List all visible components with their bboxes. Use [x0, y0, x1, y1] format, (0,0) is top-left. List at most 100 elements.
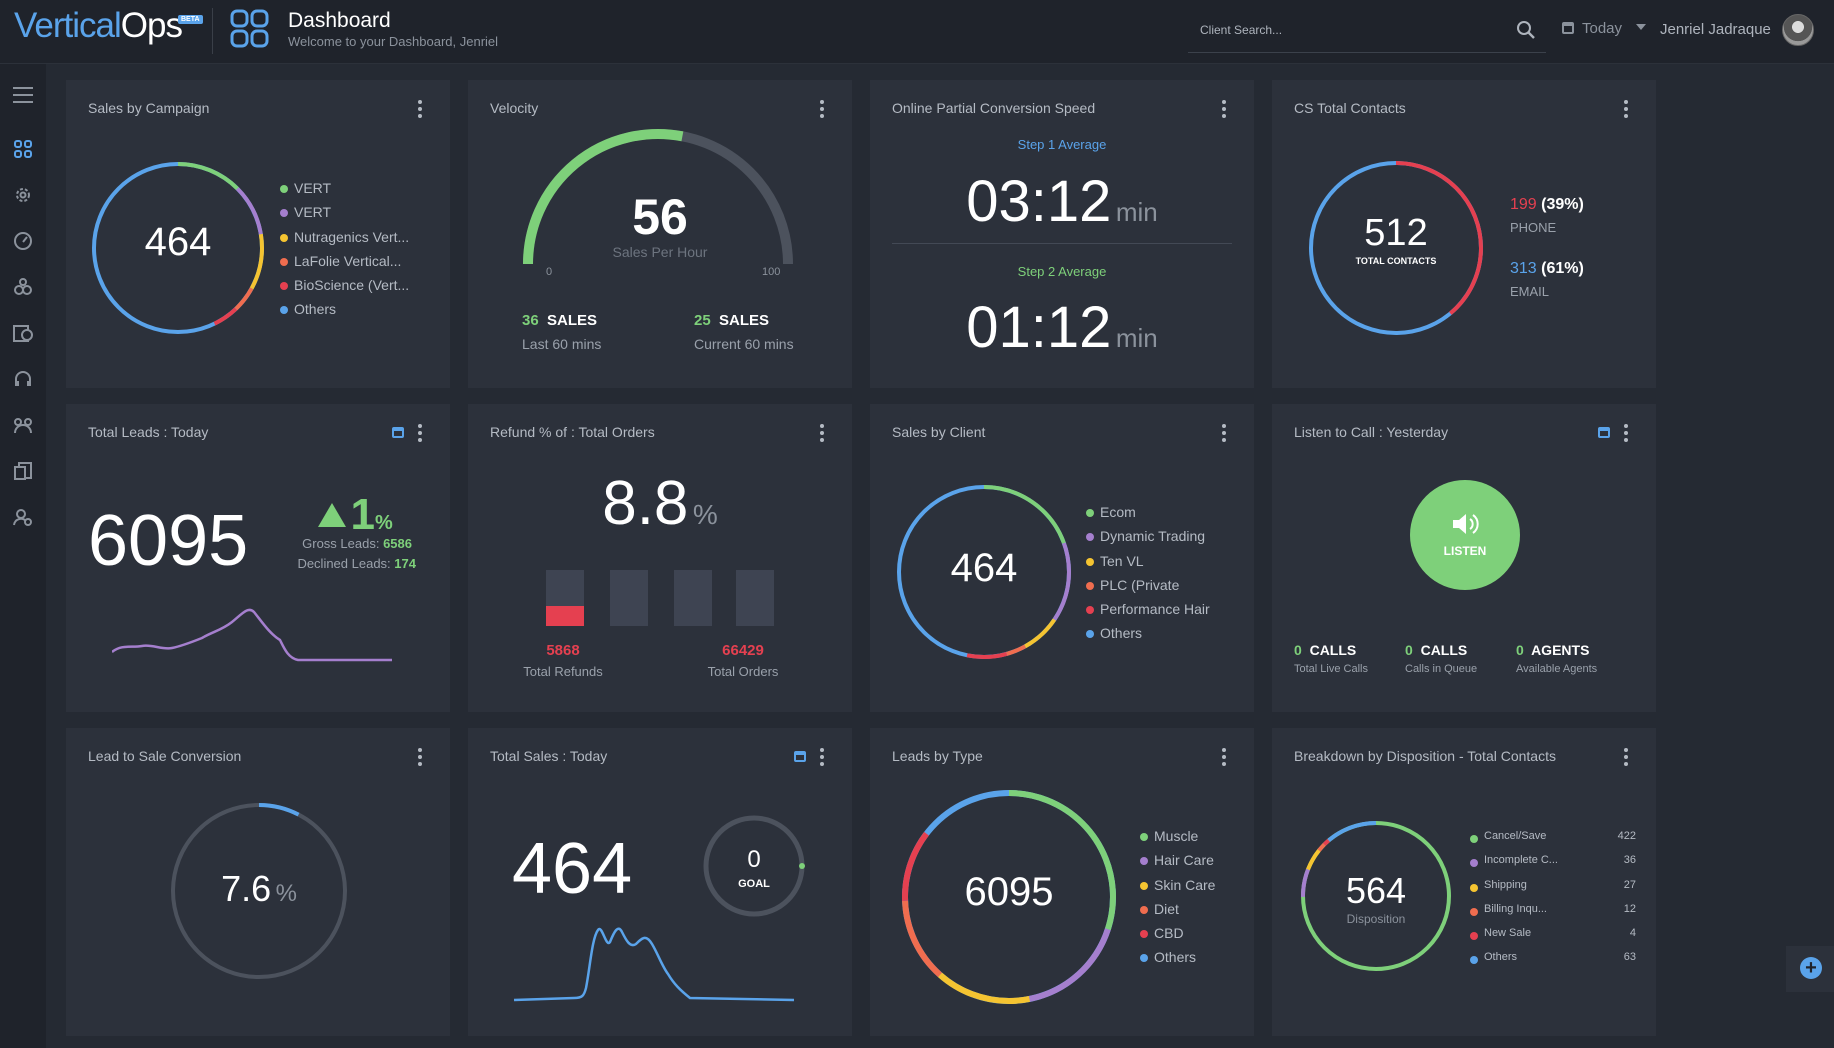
legend-item: Billing Inqu... 12 — [1470, 903, 1636, 927]
gauge-max: 100 — [762, 266, 781, 278]
legend-dot-icon — [1086, 630, 1094, 639]
more-options-icon[interactable] — [418, 424, 422, 445]
legend-dot-icon — [1470, 932, 1478, 941]
page-title: Dashboard — [288, 9, 391, 32]
legend-item: Nutragenics Vert... — [280, 229, 409, 253]
conversion-speed-card: Online Partial Conversion Speed Step 1 A… — [870, 80, 1254, 388]
legend-label: Nutragenics Vert... — [294, 228, 410, 245]
contacts-total: 512 — [1364, 212, 1428, 254]
page-subtitle: Welcome to your Dashboard, Jenriel — [288, 34, 499, 49]
legend-dot-icon — [1140, 930, 1148, 939]
legend-dot-icon — [1470, 883, 1478, 892]
triangle-up-icon — [318, 503, 346, 527]
add-icon[interactable]: + — [1800, 957, 1822, 979]
call-stat: 0 CALLS Total Live Calls — [1294, 642, 1368, 675]
user-name[interactable]: Jenriel Jadraque — [1660, 21, 1771, 38]
legend-label: Dynamic Trading — [1100, 528, 1206, 545]
more-options-icon[interactable] — [1624, 424, 1628, 445]
card-title: Listen to Call : Yesterday — [1294, 424, 1449, 440]
more-options-icon[interactable] — [820, 748, 824, 769]
order-bar — [610, 570, 648, 626]
more-options-icon[interactable] — [1222, 424, 1226, 445]
card-title: CS Total Contacts — [1294, 100, 1406, 116]
sales-by-campaign-card: Sales by Campaign 464 VERT VERT Nutragenic… — [66, 80, 450, 388]
card-title: Online Partial Conversion Speed — [892, 100, 1096, 116]
call-stat: 0 CALLS Calls in Queue — [1405, 642, 1478, 675]
legend-value: 27 — [1623, 878, 1636, 891]
more-options-icon[interactable] — [820, 424, 824, 445]
contacts-total-label: TOTAL CONTACTS — [1355, 256, 1437, 266]
chevron-down-icon — [1636, 24, 1647, 30]
beta-badge: BETA — [178, 15, 203, 24]
legend-dot-icon — [280, 185, 288, 193]
dashboard-icon[interactable] — [12, 138, 34, 160]
avatar[interactable] — [1782, 14, 1814, 46]
calendar-icon[interactable] — [392, 427, 404, 438]
legend-dot-icon — [1470, 907, 1478, 916]
legend-label: Incomplete C... — [1484, 854, 1558, 867]
legend-dot-icon — [1086, 509, 1094, 517]
legend-item: Ecom — [1086, 504, 1210, 528]
more-options-icon[interactable] — [820, 100, 824, 121]
documents-icon[interactable] — [12, 460, 34, 482]
legend-label: BioScience (Vert... — [294, 277, 410, 294]
legend-dot-icon — [280, 233, 288, 242]
listen-label: LISTEN — [1443, 544, 1487, 558]
gauge-min: 0 — [546, 266, 553, 278]
legend-item: PLC (Private — [1086, 577, 1210, 601]
total-sales-value: 464 — [512, 829, 633, 909]
legend-item: Incomplete C... 36 — [1470, 854, 1636, 878]
legend-item: VERT — [280, 180, 409, 204]
card-title: Total Sales : Today — [490, 748, 608, 764]
more-options-icon[interactable] — [1624, 748, 1628, 769]
calendar-icon[interactable] — [1598, 427, 1610, 438]
step2-label: Step 2 Average — [1017, 264, 1107, 279]
legend-item: Others — [280, 301, 409, 325]
gear-icon[interactable] — [12, 184, 34, 206]
leads-sparkline — [112, 608, 392, 662]
disposition-total-label: Disposition — [1346, 912, 1406, 926]
menu-icon[interactable] — [12, 84, 34, 106]
date-filter-dropdown[interactable]: Today — [1562, 20, 1647, 37]
legend-label: VERT — [294, 180, 332, 196]
legend-label: Others — [294, 301, 337, 318]
user-settings-icon[interactable] — [12, 506, 34, 528]
calendar-icon[interactable] — [794, 751, 806, 762]
listen-button[interactable]: LISTEN — [1410, 480, 1520, 590]
velocity-card: Velocity 56 Sales Per Hour 0 100 36 SALE… — [468, 80, 852, 388]
search-icon[interactable] — [1516, 20, 1536, 40]
orders-label: Total Orders — [707, 664, 779, 679]
step1-average: 03:12 min — [966, 169, 1158, 234]
search-input[interactable] — [1198, 22, 1502, 38]
dollar-doc-icon[interactable] — [12, 322, 34, 344]
more-options-icon[interactable] — [1222, 748, 1226, 769]
step1-label: Step 1 Average — [1017, 137, 1107, 152]
legend-dot-icon — [1140, 954, 1148, 963]
more-options-icon[interactable] — [1624, 100, 1628, 121]
refund-bar — [546, 570, 584, 626]
gauge-icon[interactable] — [12, 230, 34, 252]
legend-dot-icon — [280, 282, 288, 291]
disposition-total: 564 — [1345, 870, 1407, 911]
legend-dot-icon — [1086, 606, 1094, 615]
gross-leads: Gross Leads: 6586 — [302, 536, 412, 551]
team-icon[interactable] — [12, 414, 34, 436]
card-title: Sales by Campaign — [88, 100, 210, 116]
headset-icon[interactable] — [12, 368, 34, 390]
order-bar — [674, 570, 712, 626]
disposition-card: Breakdown by Disposition - Total Contact… — [1272, 728, 1656, 1036]
legend-item: Muscle — [1140, 828, 1215, 852]
floating-panel: + — [1786, 946, 1834, 992]
sales-sparkline — [514, 927, 795, 1002]
order-bar — [736, 570, 774, 626]
more-options-icon[interactable] — [1222, 100, 1226, 121]
legend-label: Performance Hair — [1100, 601, 1210, 618]
legend-dot-icon — [1086, 533, 1094, 542]
settings-cluster-icon[interactable] — [12, 276, 34, 298]
legend-item: Ten VL — [1086, 553, 1210, 577]
logo[interactable]: VerticalOps — [14, 6, 183, 46]
more-options-icon[interactable] — [418, 748, 422, 769]
total-leads-value: 6095 — [88, 501, 249, 581]
legend-item: Cancel/Save 422 — [1470, 830, 1636, 854]
more-options-icon[interactable] — [418, 100, 422, 121]
